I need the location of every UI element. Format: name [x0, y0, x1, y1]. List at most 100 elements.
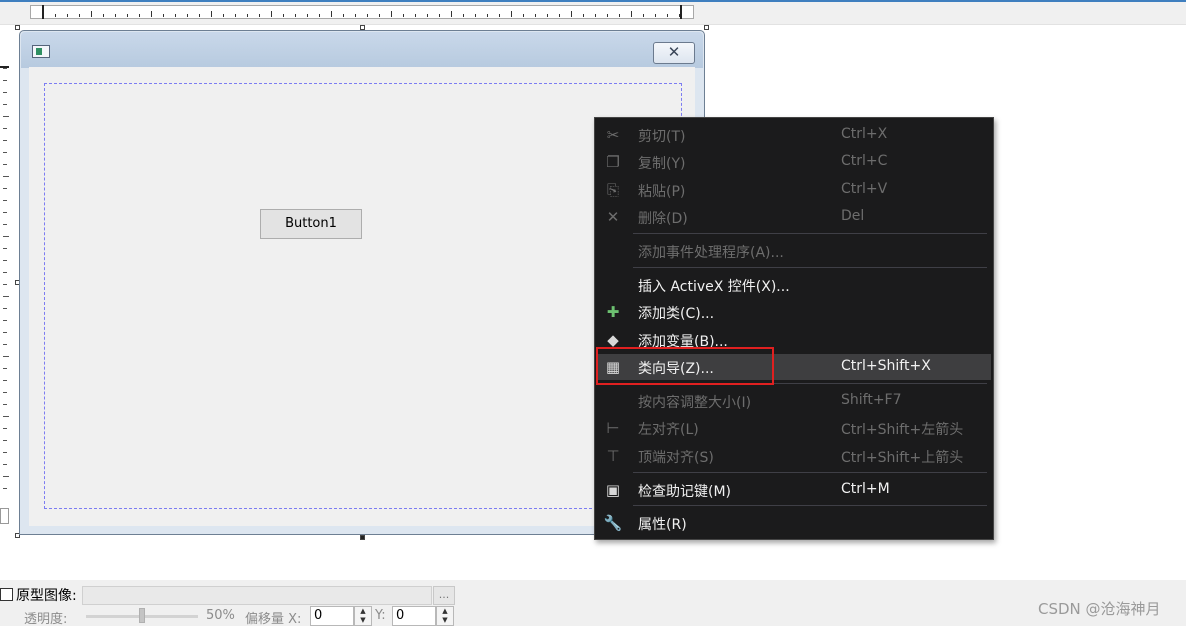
dialog-guide-margin: [44, 83, 682, 509]
vertical-ruler-tick: [3, 140, 7, 141]
vertical-ruler-tick: [3, 176, 9, 177]
vertical-ruler-tick: [3, 236, 9, 237]
browse-button[interactable]: ...: [433, 586, 455, 605]
align-top-icon: ⊤: [606, 447, 620, 465]
ruler-tick: [91, 11, 92, 17]
button1-control[interactable]: Button1: [260, 209, 362, 239]
scissors-icon: ✂: [606, 126, 620, 144]
ruler-tick: [175, 14, 176, 17]
menu-item-label: 剪切(T): [638, 129, 686, 145]
ruler-tick: [307, 14, 308, 17]
ruler-tick: [547, 14, 548, 17]
menu-separator: [633, 267, 987, 268]
ruler-tick: [631, 11, 632, 17]
menu-separator: [633, 233, 987, 234]
ruler-tick: [451, 11, 452, 17]
prototype-image-checkbox[interactable]: [0, 588, 13, 601]
add-class-icon: ✚: [606, 303, 620, 321]
ruler-tick: [331, 11, 332, 17]
offset-x-label: 偏移量 X:: [245, 612, 302, 627]
ruler-tick: [643, 14, 644, 17]
ruler-tick: [55, 14, 56, 17]
menu-item-label: 粘贴(P): [638, 184, 686, 200]
menu-item[interactable]: 添加事件处理程序(A)...: [597, 238, 991, 264]
ruler-tick: [439, 14, 440, 17]
offset-x-spinner[interactable]: ▲ ▼: [354, 606, 372, 626]
menu-item[interactable]: ⊤ 顶端对齐(S) Ctrl+Shift+上箭头: [597, 443, 991, 469]
ruler-tick: [343, 14, 344, 17]
resize-handle-top-left: [15, 25, 20, 30]
wrench-icon: 🔧: [603, 514, 623, 532]
ruler-tick: [247, 14, 248, 17]
menu-item[interactable]: ✕ 删除(D) Del: [597, 204, 991, 230]
menu-item-shortcut: Ctrl+X: [841, 126, 888, 142]
vertical-ruler-tick: [3, 248, 7, 249]
horizontal-ruler: [30, 5, 694, 19]
ruler-tick: [115, 14, 116, 17]
offset-y-spinner[interactable]: ▲ ▼: [436, 606, 454, 626]
menu-item-shortcut: Ctrl+C: [841, 153, 888, 169]
menu-item-label: 复制(Y): [638, 156, 686, 172]
ruler-tick: [127, 14, 128, 17]
vertical-ruler-tick: [3, 260, 7, 261]
ruler-end-marker[interactable]: [680, 5, 682, 19]
vertical-ruler-tick: [3, 68, 7, 69]
menu-item[interactable]: ⊢ 左对齐(L) Ctrl+Shift+左箭头: [597, 415, 991, 441]
ruler-tick: [367, 14, 368, 17]
vertical-ruler-tick: [3, 164, 7, 165]
vertical-ruler-tick: [3, 404, 7, 405]
vertical-ruler-tick: [3, 152, 7, 153]
menu-item[interactable]: ✂ 剪切(T) Ctrl+X: [597, 122, 991, 148]
resize-handle-bottom[interactable]: [360, 535, 365, 540]
ruler-tick: [139, 14, 140, 17]
menu-item-label: 左对齐(L): [638, 422, 699, 438]
menu-separator: [633, 472, 987, 473]
close-button[interactable]: ✕: [653, 42, 695, 64]
ruler-tick: [619, 14, 620, 17]
ruler-tick: [463, 14, 464, 17]
menu-item-shortcut: Ctrl+Shift+X: [841, 358, 931, 374]
delete-x-icon: ✕: [606, 208, 620, 226]
offset-y-input[interactable]: 0: [392, 606, 436, 626]
offset-x-input[interactable]: 0: [310, 606, 354, 626]
menu-item-shortcut: Shift+F7: [841, 392, 902, 408]
ruler-start-marker[interactable]: [42, 5, 44, 19]
vertical-ruler-tick: [3, 428, 7, 429]
menu-item[interactable]: 插入 ActiveX 控件(X)...: [597, 272, 991, 298]
ruler-tick: [319, 14, 320, 17]
menu-item[interactable]: ❐ 复制(Y) Ctrl+C: [597, 149, 991, 175]
dialog-titlebar[interactable]: ✕: [21, 32, 703, 68]
menu-item[interactable]: ⎘ 粘贴(P) Ctrl+V: [597, 177, 991, 203]
ruler-tick: [403, 14, 404, 17]
ruler-tick: [391, 11, 392, 17]
menu-item[interactable]: ✚ 添加类(C)...: [597, 299, 991, 325]
copy-icon: ❐: [606, 153, 620, 171]
ruler-tick: [523, 14, 524, 17]
vertical-ruler-start-marker[interactable]: [0, 66, 9, 68]
ruler-tick: [511, 11, 512, 17]
vertical-ruler: [0, 60, 9, 530]
vertical-ruler-tick: [3, 188, 7, 189]
vertical-ruler-tick: [3, 128, 7, 129]
align-left-icon: ⊢: [606, 419, 620, 437]
ruler-tick: [487, 14, 488, 17]
menu-item-shortcut: Ctrl+Shift+左箭头: [841, 422, 964, 438]
vertical-ruler-tick: [3, 284, 7, 285]
ruler-tick: [583, 14, 584, 17]
menu-item-label: 添加事件处理程序(A)...: [638, 245, 784, 261]
menu-item[interactable]: 🔧 属性(R): [597, 510, 991, 536]
menu-item[interactable]: 按内容调整大小(I) Shift+F7: [597, 388, 991, 414]
ruler-tick: [235, 14, 236, 17]
vertical-ruler-end-marker[interactable]: [0, 508, 9, 524]
prototype-image-path-input[interactable]: [82, 586, 432, 605]
menu-item-shortcut: Ctrl+V: [841, 181, 888, 197]
vertical-ruler-tick: [3, 368, 7, 369]
vertical-ruler-tick: [3, 320, 7, 321]
vertical-ruler-tick: [3, 212, 7, 213]
menu-item[interactable]: ▣ 检查助记键(M) Ctrl+M: [597, 477, 991, 503]
opacity-slider-thumb[interactable]: [139, 608, 145, 623]
menu-separator: [633, 505, 987, 506]
vertical-ruler-tick: [3, 200, 7, 201]
highlight-annotation-box: [596, 347, 774, 385]
vertical-ruler-tick: [3, 488, 7, 489]
